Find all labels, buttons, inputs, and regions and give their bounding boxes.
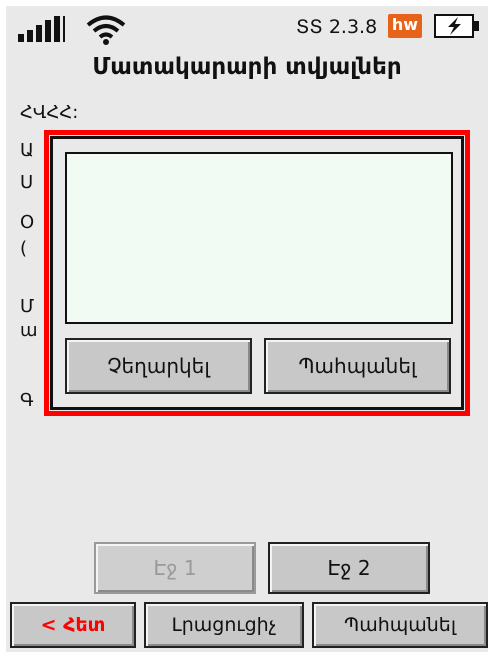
field-label-1: Ա (20, 140, 34, 161)
page-1-button[interactable]: Էջ 1 (94, 542, 256, 594)
app-version: ՏՏ 2.3.8 (296, 16, 378, 38)
wifi-icon (86, 15, 126, 45)
tin-label: ՀՎՀՀ: (20, 102, 79, 123)
field-label-4: Մ (20, 296, 35, 317)
status-bar: ՏՏ 2.3.8 hw (6, 6, 488, 46)
page-2-button[interactable]: Էջ 2 (268, 542, 430, 594)
signal-strength-icon (18, 16, 66, 42)
field-label-3: Օ (20, 212, 35, 233)
field-label-2: Ս (20, 172, 34, 193)
battery-charging-icon (434, 14, 479, 38)
cancel-button[interactable]: Չեղարկել (65, 338, 252, 394)
dialog-text-field[interactable] (65, 152, 453, 324)
save-button[interactable]: Պահպանել (312, 602, 488, 648)
page-title: Մատակարարի տվյալներ (92, 54, 402, 80)
dialog-save-button[interactable]: Պահպանել (264, 338, 451, 394)
device-screen: ՏՏ 2.3.8 hw Մատակարարի տվյալներ ՀՎՀՀ: Ա … (6, 6, 488, 652)
additional-button[interactable]: Լրացուցիչ (144, 602, 304, 648)
field-label-3b: ( (20, 238, 28, 259)
back-button[interactable]: < Հետ (10, 602, 136, 648)
edit-dialog: Չեղարկել Պահպանել (50, 136, 464, 410)
field-label-5: Գ (20, 390, 34, 411)
brand-badge: hw (388, 14, 422, 38)
field-label-4b: ա (20, 320, 38, 341)
